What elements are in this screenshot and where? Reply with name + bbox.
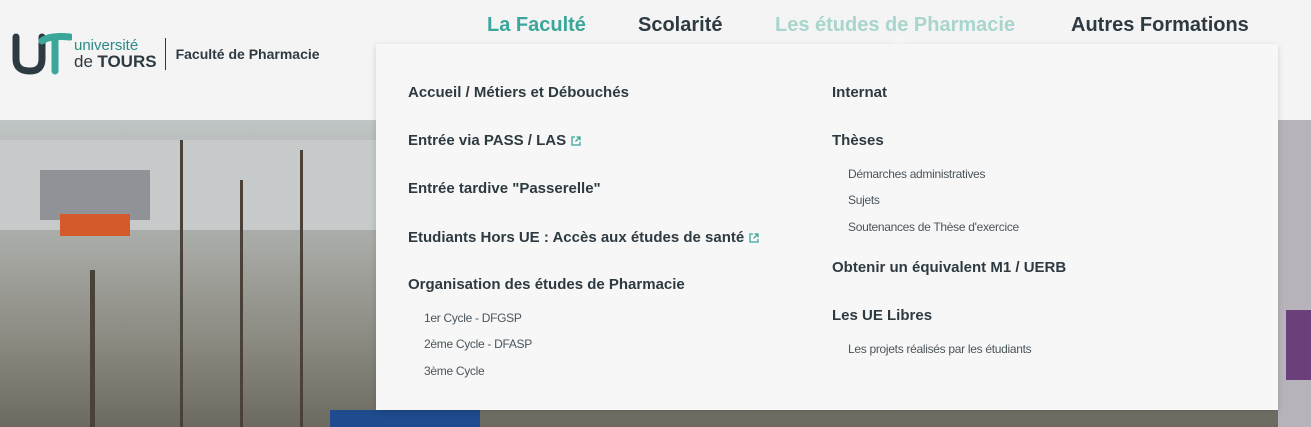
- submenu-projets-etudiants[interactable]: Les projets réalisés par les étudiants: [848, 342, 1032, 356]
- menu-ue-libres[interactable]: Les UE Libres: [832, 307, 932, 324]
- building-window: [40, 170, 150, 220]
- tree-trunk: [240, 180, 243, 427]
- menu-equivalent-m1[interactable]: Obtenir un équivalent M1 / UERB: [832, 259, 1066, 276]
- external-link-icon: [749, 233, 759, 243]
- faculty-name: Faculté de Pharmacie: [175, 46, 320, 62]
- nav-scolarite[interactable]: Scolarité: [638, 14, 722, 37]
- external-link-icon: [571, 136, 581, 146]
- tree-trunk: [180, 140, 183, 427]
- nav-etudes-pharmacie[interactable]: Les études de Pharmacie: [775, 14, 1015, 37]
- menu-etudiants-hors-ue-label: Etudiants Hors UE : Accès aux études de …: [408, 229, 745, 246]
- tree-trunk: [300, 150, 303, 427]
- university-logo-text: université de TOURS: [74, 38, 157, 71]
- etudes-pharmacie-dropdown: Accueil / Métiers et Débouchés Entrée vi…: [376, 44, 1278, 410]
- main-navigation: La Faculté Scolarité Les études de Pharm…: [0, 14, 1311, 42]
- nav-autres-formations[interactable]: Autres Formations: [1071, 14, 1249, 37]
- purple-shape: [1286, 310, 1311, 380]
- orange-awning: [60, 214, 130, 236]
- blue-shape: [330, 410, 480, 427]
- submenu-soutenances[interactable]: Soutenances de Thèse d'exercice: [848, 220, 1019, 234]
- submenu-cycle-2[interactable]: 2ème Cycle - DFASP: [424, 337, 532, 351]
- menu-internat[interactable]: Internat: [832, 84, 887, 101]
- menu-accueil-metiers[interactable]: Accueil / Métiers et Débouchés: [408, 84, 629, 101]
- submenu-cycle-1[interactable]: 1er Cycle - DFGSP: [424, 311, 522, 325]
- nav-la-faculte[interactable]: La Faculté: [487, 14, 586, 37]
- menu-entree-pass-las-label: Entrée via PASS / LAS: [408, 132, 567, 149]
- menu-theses[interactable]: Thèses: [832, 132, 884, 149]
- submenu-cycle-3[interactable]: 3ème Cycle: [424, 364, 485, 378]
- submenu-demarches-administratives[interactable]: Démarches administratives: [848, 167, 986, 181]
- submenu-sujets[interactable]: Sujets: [848, 193, 880, 207]
- menu-entree-pass-las[interactable]: Entrée via PASS / LAS: [408, 132, 581, 149]
- tree-trunk: [90, 270, 95, 427]
- logo-divider: [164, 38, 166, 70]
- menu-etudiants-hors-ue[interactable]: Etudiants Hors UE : Accès aux études de …: [408, 229, 759, 246]
- menu-entree-passerelle[interactable]: Entrée tardive "Passerelle": [408, 180, 601, 197]
- menu-organisation-etudes[interactable]: Organisation des études de Pharmacie: [408, 276, 685, 293]
- right-edge-shape: [1278, 120, 1311, 427]
- logo-tours: TOURS: [97, 51, 157, 71]
- logo-de: de: [74, 51, 93, 71]
